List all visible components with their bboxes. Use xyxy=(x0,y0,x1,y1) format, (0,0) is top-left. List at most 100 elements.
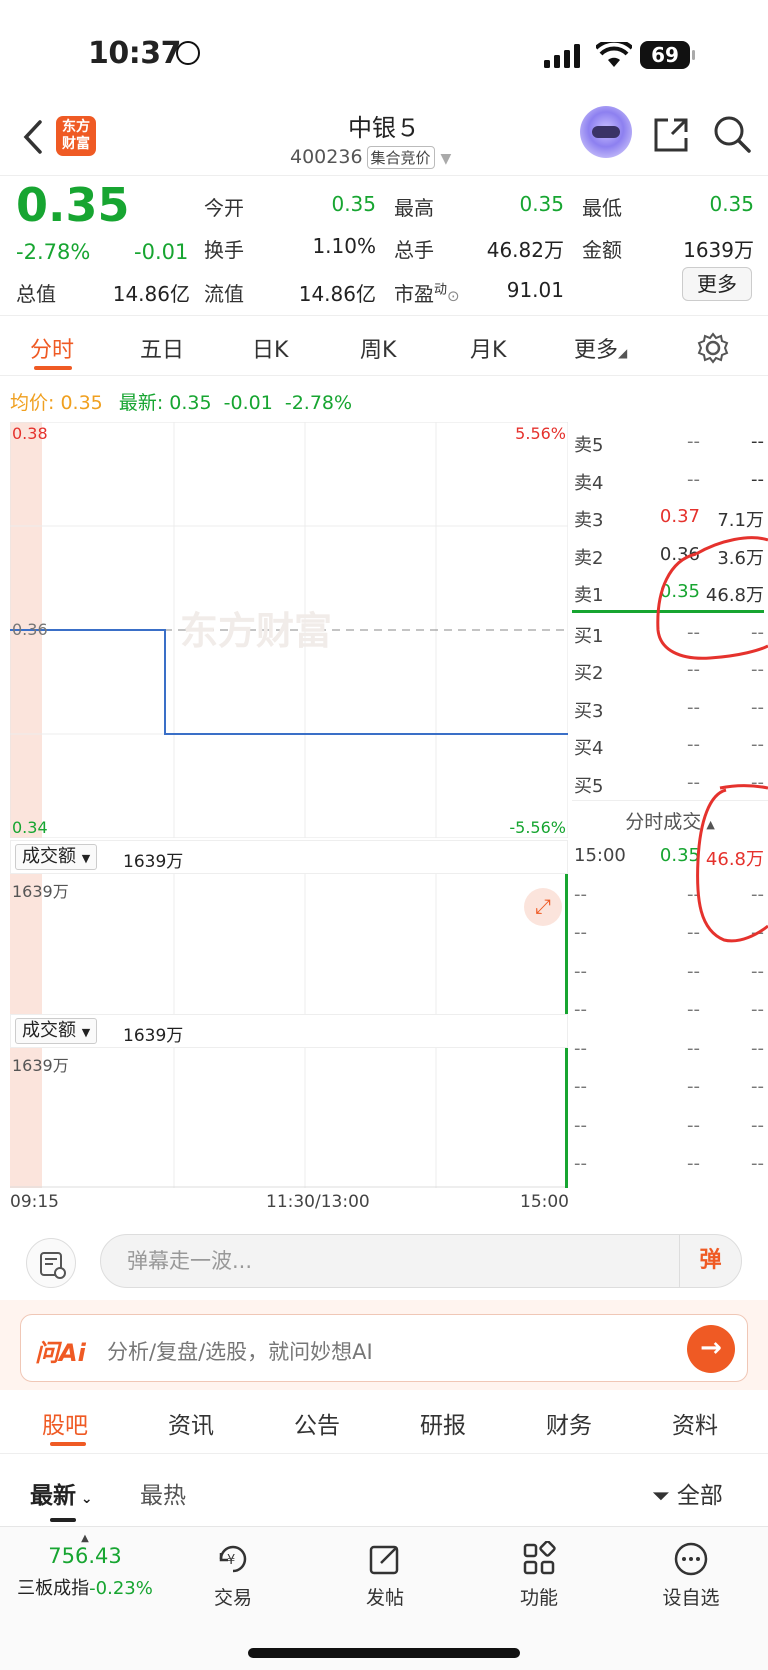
danmu-toggle-button[interactable]: 弹 xyxy=(679,1235,741,1287)
change-pct: -2.78% xyxy=(16,240,91,264)
float-cap-value: 14.86亿 xyxy=(298,282,376,306)
nav-post[interactable]: 发帖 xyxy=(340,1535,430,1610)
tab-intraday[interactable]: 分时 xyxy=(30,332,74,364)
ask-row-label: 卖5 xyxy=(574,435,604,456)
total-cap-label: 总值 xyxy=(16,282,56,306)
x-label-mid: 11:30/13:00 xyxy=(266,1192,370,1212)
price-chart-svg: 东方财富 xyxy=(10,422,568,838)
ask-row-label: 卖1 xyxy=(574,585,604,606)
tab-announcements[interactable]: 公告 xyxy=(294,1406,340,1440)
volume-chart-2[interactable]: 1639万 xyxy=(10,1048,568,1188)
tab-weekly-k[interactable]: 周K xyxy=(360,332,396,364)
stock-code-row[interactable]: 400236 集合竞价 ▼ xyxy=(290,146,451,169)
tab-more[interactable]: 更多◢ xyxy=(574,332,627,364)
tab-monthly-k[interactable]: 月K xyxy=(470,332,506,364)
trade-row-price: -- xyxy=(687,1076,700,1097)
ai-prompt: 分析/复盘/选股，就问妙想AI xyxy=(107,1340,373,1364)
bid-row-label: 买5 xyxy=(574,775,604,797)
tab-guba[interactable]: 股吧 xyxy=(42,1406,88,1440)
tab-daily-k[interactable]: 日K xyxy=(252,332,288,364)
grid-icon xyxy=(523,1541,556,1575)
danmu-input[interactable]: 弹幕走一波... 弹 xyxy=(100,1234,742,1288)
nav-functions[interactable]: 功能 xyxy=(494,1535,584,1610)
bid-row-label: 买4 xyxy=(574,738,604,759)
volume-chart-1[interactable]: 1639万 ⤢ xyxy=(10,874,568,1014)
y-bottom-label: 0.34 xyxy=(12,818,48,837)
trade-row-price: -- xyxy=(687,1153,700,1174)
share-icon[interactable] xyxy=(652,116,690,154)
auction-tag: 集合竞价 xyxy=(366,146,435,169)
volume-selector-1[interactable]: 成交额 ▼ xyxy=(15,844,98,870)
danmu-settings-icon[interactable] xyxy=(26,1238,76,1288)
latest-value: 0.35 xyxy=(169,392,212,414)
status-bar: 10:37 69 xyxy=(0,0,768,110)
high-value: 0.35 xyxy=(519,192,564,216)
index-value: 756.43 xyxy=(48,1544,122,1568)
volume-value-1: 1639万 xyxy=(123,852,184,872)
sort-tabs: 最新 ⌄ 最热 ⏷ 全部 xyxy=(0,1456,768,1526)
trade-row-volume: -- xyxy=(751,1076,764,1097)
trade-row-price: -- xyxy=(687,1037,700,1059)
volume-svg-2 xyxy=(10,1048,568,1188)
trade-icon: ¥ xyxy=(219,1545,247,1573)
more-button[interactable]: 更多 xyxy=(682,267,752,301)
volume-selector-2[interactable]: 成交额 ▼ xyxy=(15,1018,98,1044)
arrow-right-icon[interactable]: → xyxy=(687,1325,735,1373)
pe-value: 91.01 xyxy=(506,278,564,302)
amount-value: 1639万 xyxy=(683,238,754,262)
robot-avatar-icon[interactable] xyxy=(580,106,632,158)
total-cap-value: 14.86亿 xyxy=(112,282,190,306)
volume-value: 46.82万 xyxy=(486,238,564,262)
ask-row-price: -- xyxy=(687,468,700,490)
trade-row: -- -- -- xyxy=(572,1106,768,1145)
ask-row-label: 卖3 xyxy=(574,510,604,531)
expand-icon[interactable]: ⤢ xyxy=(524,888,562,926)
index-name: 三板成指 xyxy=(17,1578,90,1599)
trade-row: -- -- -- xyxy=(572,990,768,1029)
avg-value: 0.35 xyxy=(60,392,103,414)
amount-label: 金额 xyxy=(582,238,622,262)
low-label: 最低 xyxy=(582,196,622,220)
ask-row-volume: 7.1万 xyxy=(717,510,764,531)
ask-row: 卖3 0.37 7.1万 xyxy=(572,497,768,535)
open-value: 0.35 xyxy=(331,192,376,216)
signal-icon xyxy=(544,44,580,68)
sort-latest[interactable]: 最新 ⌄ xyxy=(30,1476,93,1510)
sort-hot[interactable]: 最热 xyxy=(140,1476,186,1510)
index-ticker[interactable]: ▲ 756.43 三板成指-0.23% xyxy=(0,1533,170,1600)
filter-button[interactable]: ⏷ 全部 xyxy=(652,1476,723,1510)
search-icon[interactable] xyxy=(712,114,752,154)
volume-selector-label-2: 成交额 xyxy=(22,1020,76,1041)
x-label-start: 09:15 xyxy=(10,1192,59,1212)
trade-row-price: -- xyxy=(687,1114,700,1136)
tab-research[interactable]: 研报 xyxy=(420,1406,466,1440)
sort-latest-label: 最新 xyxy=(30,1483,76,1509)
tab-news[interactable]: 资讯 xyxy=(168,1406,214,1440)
tab-five-day[interactable]: 五日 xyxy=(140,332,184,364)
ask-row-label: 卖2 xyxy=(574,547,604,569)
pe-label[interactable]: 市盈动⊙ xyxy=(394,278,460,307)
sort-indicator xyxy=(50,1518,76,1522)
home-indicator xyxy=(248,1648,520,1658)
active-tab-indicator xyxy=(34,366,72,370)
nav-add-watchlist[interactable]: 设自选 xyxy=(646,1535,736,1610)
danmu-bar: 弹幕走一波... 弹 xyxy=(0,1228,768,1298)
nav-trade-label: 交易 xyxy=(213,1587,252,1609)
more-dots-icon xyxy=(674,1542,708,1576)
y-top-label: 0.38 xyxy=(12,424,48,443)
settings-gear-icon[interactable] xyxy=(697,332,729,364)
corner-arrow-icon: ◢ xyxy=(618,346,628,360)
tab-profile[interactable]: 资料 xyxy=(672,1406,718,1440)
nav-trade[interactable]: ¥ 交易 xyxy=(188,1535,278,1610)
caret-up-icon: ▲ xyxy=(81,1533,89,1544)
pe-label-text: 市盈 xyxy=(394,282,434,306)
ai-search-box[interactable]: 问Ai 分析/复盘/选股，就问妙想AI → xyxy=(20,1314,748,1382)
tab-finance[interactable]: 财务 xyxy=(546,1406,592,1440)
ask-row-volume: -- xyxy=(751,468,764,490)
trade-row-label: -- xyxy=(574,1076,587,1097)
intraday-chart[interactable]: 东方财富 0.38 0.36 0.34 5.56% -5.56% xyxy=(10,422,568,838)
ask-row-volume: -- xyxy=(751,431,764,452)
trade-row-label: -- xyxy=(574,1114,587,1136)
tab-more-label: 更多 xyxy=(574,338,619,363)
ask-row: 卖4 -- -- xyxy=(572,460,768,498)
